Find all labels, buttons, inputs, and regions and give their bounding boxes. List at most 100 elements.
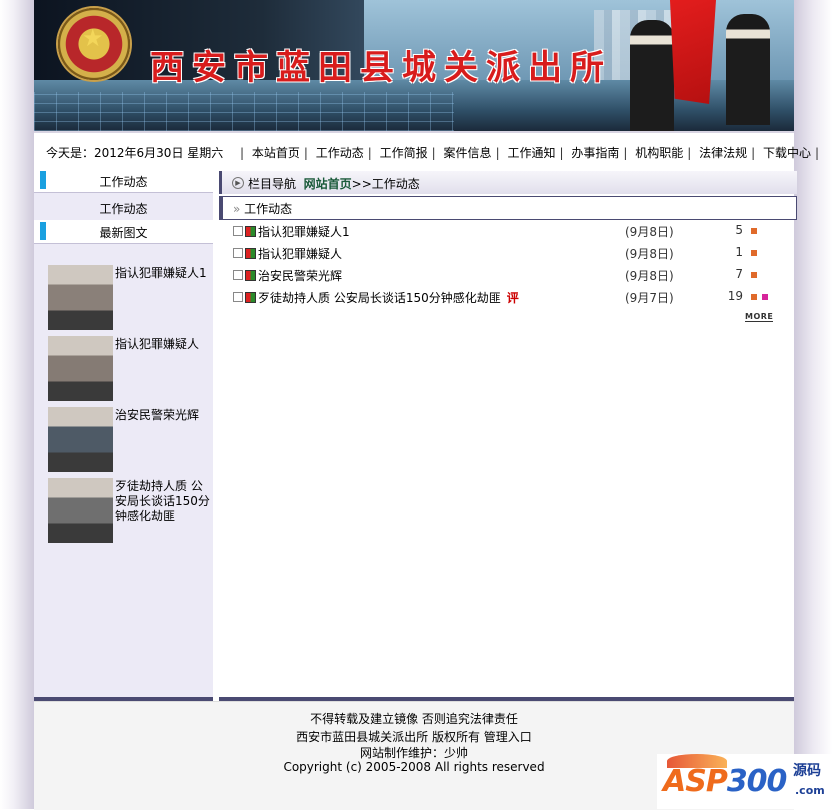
news-row[interactable]: 指认犯罪嫌疑人 (9月8日) 1	[233, 243, 783, 263]
news-thumbnail[interactable]	[48, 336, 113, 401]
nav-separator: |	[559, 146, 564, 160]
nav-item-work-notice[interactable]: 工作通知	[507, 146, 555, 160]
news-title[interactable]: 指认犯罪嫌疑人1	[258, 223, 350, 240]
checkbox-icon	[233, 292, 243, 302]
page-shadow-right	[794, 0, 832, 809]
breadcrumb-separator: >>	[351, 177, 372, 191]
play-circle-icon: ▶	[232, 177, 244, 189]
breadcrumb-current: 工作动态	[371, 177, 420, 191]
news-row[interactable]: 指认犯罪嫌疑人1 (9月8日) 5	[233, 221, 783, 241]
nav-separator: |	[240, 146, 245, 160]
section-title: » 工作动态	[233, 200, 292, 217]
sidebar-heading-label: 最新图文	[99, 226, 148, 240]
news-hits: 1	[735, 245, 743, 259]
watermark-asp: ASP	[663, 764, 728, 799]
main-content: ▶ 栏目导航 网站首页>>工作动态 » 工作动态 指认犯罪嫌疑人1 (9月8日) 5…	[219, 169, 797, 701]
nav-item-laws[interactable]: 法律法规	[699, 146, 747, 160]
nav-separator: |	[367, 146, 372, 160]
double-chevron-icon: »	[233, 202, 241, 216]
news-title-text[interactable]: 歹徒劫持人质 公安局长谈话150分钟感化劫匪	[258, 291, 501, 305]
news-type-icon	[245, 292, 256, 303]
news-hits: 5	[735, 223, 743, 237]
red-flag-image	[670, 0, 716, 104]
breadcrumb-text: 栏目导航 网站首页>>工作动态	[248, 175, 420, 192]
news-date: (9月8日)	[625, 247, 674, 261]
page-shadow-left	[0, 0, 34, 809]
nav-item-case-info[interactable]: 案件信息	[444, 146, 492, 160]
news-title-text[interactable]: 治安民警荣光辉	[258, 269, 342, 283]
nav-separator: |	[623, 146, 628, 160]
asp300-watermark-logo: ASP300 源码 .com	[657, 754, 832, 809]
comment-badge[interactable]: 评	[507, 291, 519, 305]
sidebar-heading-label: 工作动态	[99, 175, 148, 189]
news-thumbnail[interactable]	[48, 478, 113, 543]
top-nav-bar: 今天是：2012年6月30日 星期六 | 本站首页 | 工作动态 | 工作简报 | 案…	[34, 131, 819, 171]
news-thumbnail[interactable]	[48, 407, 113, 472]
news-date: (9月7日)	[625, 291, 674, 305]
pic-list-item[interactable]: 治安民警荣光辉	[48, 407, 214, 473]
section-title-text: 工作动态	[244, 202, 293, 216]
nav-separator: |	[303, 146, 308, 160]
police-emblem-icon: ★	[58, 8, 130, 80]
sidebar-heading-work-news: 工作动态	[34, 169, 213, 193]
nav-item-home[interactable]: 本站首页	[252, 146, 300, 160]
news-title[interactable]: 歹徒劫持人质 公安局长谈话150分钟感化劫匪评	[258, 289, 519, 306]
watermark-tag: 源码	[793, 763, 821, 779]
news-title[interactable]: 治安民警荣光辉	[258, 267, 342, 284]
left-sidebar: 工作动态 工作动态 最新图文 指认犯罪嫌疑人1 指认犯罪嫌疑人 治安民警荣光辉 …	[34, 169, 213, 701]
nav-separator: |	[815, 146, 820, 160]
news-type-icon	[245, 248, 256, 259]
banner-grid-decoration	[34, 92, 454, 131]
news-title[interactable]: 指认犯罪嫌疑人	[258, 245, 342, 262]
news-type-icon	[245, 226, 256, 237]
watermark-asp-text: ASP300	[663, 764, 788, 799]
nav-separator: |	[687, 146, 692, 160]
more-link[interactable]: MORE	[745, 312, 774, 322]
breadcrumb-label: 栏目导航	[248, 177, 297, 191]
breadcrumb-home-link[interactable]: 网站首页	[304, 177, 352, 191]
footer-copyright-owner: 西安市蓝田县城关派出所 版权所有 管理入口	[296, 730, 532, 744]
sidebar-item-work-news[interactable]: 工作动态	[34, 195, 213, 218]
nav-item-work-briefing[interactable]: 工作简报	[380, 146, 428, 160]
news-row[interactable]: 治安民警荣光辉 (9月8日) 7	[233, 265, 783, 285]
pic-caption[interactable]: 指认犯罪嫌疑人1	[115, 266, 211, 281]
nav-item-guide[interactable]: 办事指南	[571, 146, 619, 160]
nav-item-functions[interactable]: 机构职能	[635, 146, 683, 160]
page-wrapper: ★ 西安市蓝田县城关派出所 今天是：2012年6月30日 星期六 | 本站首页 |…	[34, 0, 819, 810]
nav-item-work-news[interactable]: 工作动态	[316, 146, 364, 160]
watermark-domain: .com	[795, 784, 825, 797]
new-item-icon	[751, 294, 757, 300]
officer-figure	[630, 20, 674, 131]
site-title: 西安市蓝田县城关派出所	[150, 48, 612, 88]
breadcrumb: ▶ 栏目导航 网站首页>>工作动态	[219, 171, 797, 194]
new-item-icon	[751, 272, 757, 278]
watermark-num: 300	[726, 764, 788, 799]
news-type-icon	[245, 270, 256, 281]
pic-caption[interactable]: 指认犯罪嫌疑人	[115, 337, 211, 352]
pic-list-item[interactable]: 指认犯罪嫌疑人1	[48, 265, 214, 331]
site-banner: ★ 西安市蓝田县城关派出所	[34, 0, 794, 131]
news-title-text[interactable]: 指认犯罪嫌疑人	[258, 247, 342, 261]
checkbox-icon	[233, 226, 243, 236]
checkbox-icon	[233, 248, 243, 258]
pic-list-item[interactable]: 歹徒劫持人质 公安局长谈话150分钟感化劫匪	[48, 478, 214, 544]
news-date: (9月8日)	[625, 269, 674, 283]
pic-caption[interactable]: 歹徒劫持人质 公安局长谈话150分钟感化劫匪	[115, 479, 211, 524]
news-date: (9月8日)	[625, 225, 674, 239]
new-item-icon	[751, 250, 757, 256]
current-date: 今天是：2012年6月30日 星期六	[46, 146, 224, 160]
news-hits: 7	[735, 267, 743, 281]
nav-separator: |	[751, 146, 756, 160]
pic-caption[interactable]: 治安民警荣光辉	[115, 408, 211, 423]
nav-separator: |	[495, 146, 500, 160]
sidebar-item-label[interactable]: 工作动态	[34, 200, 213, 217]
news-thumbnail[interactable]	[48, 265, 113, 330]
nav-separator: |	[431, 146, 436, 160]
new-item-icon	[751, 228, 757, 234]
nav-item-downloads[interactable]: 下载中心	[763, 146, 811, 160]
checkbox-icon	[233, 270, 243, 280]
sidebar-heading-latest-pics: 最新图文	[34, 220, 213, 244]
news-title-text[interactable]: 指认犯罪嫌疑人1	[258, 225, 350, 239]
news-row[interactable]: 歹徒劫持人质 公安局长谈话150分钟感化劫匪评 (9月7日) 19	[233, 287, 783, 307]
pic-list-item[interactable]: 指认犯罪嫌疑人	[48, 336, 214, 402]
